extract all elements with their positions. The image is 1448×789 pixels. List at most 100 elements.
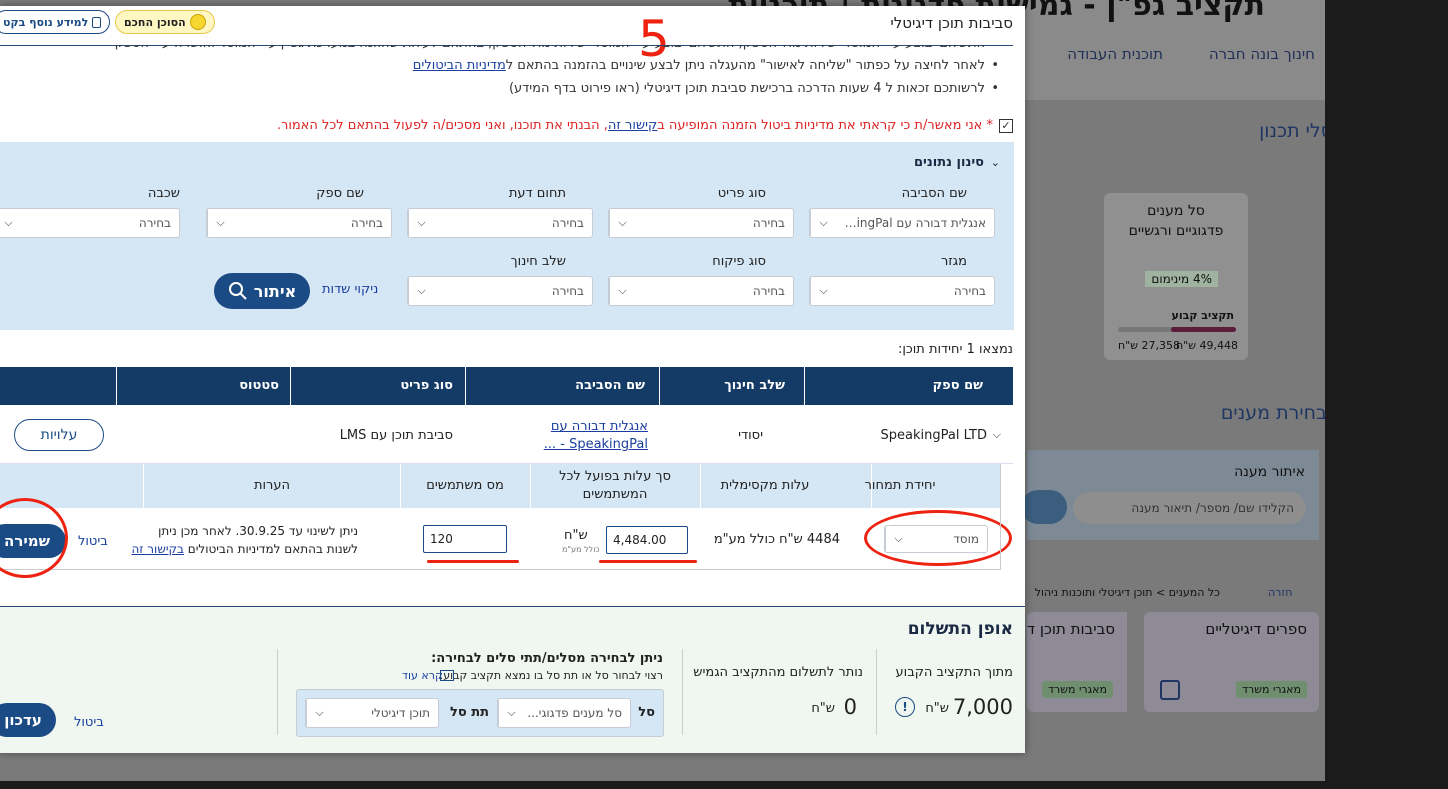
search-box: איתור מענה הקלידו שם/ מספר/ תיאור מענה xyxy=(1021,450,1319,540)
nav-item-workplan[interactable]: תוכנית העבודה xyxy=(1067,45,1163,63)
smart-agent-button[interactable]: הסוכן החכם xyxy=(115,10,215,34)
column-separator xyxy=(659,367,660,405)
note-cell: ניתן לשינוי עד 30.9.25. לאחר מכן ניתן לש… xyxy=(130,522,358,558)
col-users: מס משתמשים xyxy=(426,478,504,493)
col-stage: שלב חינוך xyxy=(724,378,785,393)
category-tag: מאגרי משרד xyxy=(1235,681,1307,698)
chevron-down-icon: ⌵ xyxy=(609,277,635,305)
select-subject[interactable]: בחירה ⌵ xyxy=(407,208,593,238)
more-info-label: למידע נוסף בקט xyxy=(3,15,89,29)
sub-basket-label: תת סל xyxy=(450,705,489,720)
search-button[interactable]: איתור xyxy=(214,273,310,309)
nav-item-education[interactable]: חינוך בונה חברה xyxy=(1209,45,1315,63)
content-modal: סביבות תוכן דיגיטלי הסוכן החכם למידע נוס… xyxy=(0,6,1025,753)
users-input[interactable]: 120 xyxy=(423,525,507,553)
cell-supplier: SpeakingPal LTD xyxy=(880,428,987,443)
row-border xyxy=(1000,464,1001,570)
cell-type: סביבת תוכן עם LMS xyxy=(339,428,453,443)
filter-panel: ⌄ סינון נתונים שם הסביבה סוג פריט תחום ד… xyxy=(0,142,1014,330)
info-icon[interactable]: ! xyxy=(895,697,915,717)
card-total: 49,448 ש"ח xyxy=(1175,339,1238,352)
sub-basket-select[interactable]: תוכן דיגיטלי ⌵ xyxy=(305,698,439,728)
payment-separator xyxy=(682,649,683,735)
column-separator xyxy=(116,367,117,405)
select-value: בחירה xyxy=(138,216,171,230)
payment-separator xyxy=(277,649,278,735)
cancellation-policy-link[interactable]: מדיניות הביטולים xyxy=(413,58,506,73)
select-supervision[interactable]: בחירה ⌵ xyxy=(608,276,794,306)
cancel-button[interactable]: ביטול xyxy=(78,534,108,549)
label-env-name: שם הסביבה xyxy=(901,186,967,201)
chevron-down-icon: ⌵ xyxy=(810,209,836,237)
col-status: סטטוס xyxy=(239,378,279,393)
card-title-2: פדגוגיים ורגשיים xyxy=(1128,223,1224,239)
label-sector: מגזר xyxy=(940,254,967,269)
basket-subtitle: רצוי לבחור סל או תת סל בו נמצא תקציב קבו… xyxy=(439,669,663,682)
select-item-type[interactable]: בחירה ⌵ xyxy=(608,208,794,238)
smart-agent-label: הסוכן החכם xyxy=(124,15,186,29)
basket-select[interactable]: סל מענים פדגוגי... ⌵ xyxy=(497,698,631,728)
chevron-down-icon[interactable]: ⌵ xyxy=(993,428,1001,442)
note-link[interactable]: בקישור זה xyxy=(131,542,184,556)
vat-label: כולל מע"מ xyxy=(562,545,600,554)
search-button[interactable] xyxy=(1021,490,1067,524)
select-grade[interactable]: בחירה ⌵ xyxy=(0,208,180,238)
annotation-circle-save xyxy=(0,498,68,578)
chevron-down-icon: ⌵ xyxy=(207,209,233,237)
col-notes: הערות xyxy=(253,478,291,493)
select-value: אנגלית דבורה עם SpeakingPal... xyxy=(844,216,986,230)
select-value: תוכן דיגיטלי xyxy=(371,706,430,720)
payment-cancel-button[interactable]: ביטול xyxy=(74,715,104,730)
consent-link[interactable]: קישור זה xyxy=(608,118,657,133)
cell-env-name-link[interactable]: אנגלית דבורה עם SpeakingPal - ... xyxy=(468,418,648,454)
bullet-changes-text: לאחר לחיצה על כפתור "שליחה לאישור" מהעגל… xyxy=(505,58,985,73)
chevron-down-icon[interactable]: ⌄ xyxy=(991,156,1000,169)
document-icon xyxy=(440,670,454,681)
search-icon xyxy=(228,282,247,300)
actual-cost-input[interactable]: 4,484.00 xyxy=(606,526,688,554)
col-type: סוג פריט xyxy=(400,378,453,393)
category-digital-books[interactable]: ספרים דיגיטליים מאגרי משרד xyxy=(1144,612,1319,712)
more-info-button[interactable]: למידע נוסף בקט xyxy=(0,10,110,34)
select-sector[interactable]: בחירה ⌵ xyxy=(809,276,995,306)
pricing-header: יחידת תמחור עלות מקסימלית סך עלות בפועל … xyxy=(0,464,1000,508)
flex-budget-currency: ש"ח xyxy=(811,701,835,716)
select-env-name[interactable]: אנגלית דבורה עם SpeakingPal... ⌵ xyxy=(809,208,995,238)
pricing-row: מוסד ⌵ 4484 ש"ח כולל מע"מ 4,484.00 ש"ח כו… xyxy=(0,498,1012,578)
section-planning-title: סלי תכנון xyxy=(1259,120,1325,142)
back-link[interactable]: חזרה xyxy=(1268,586,1292,599)
select-stage[interactable]: בחירה ⌵ xyxy=(407,276,593,306)
consent-suffix: , הבנתי את תוכנו, ואני מסכים/ה לפעול בהת… xyxy=(276,118,608,133)
consent-checkbox[interactable]: ✓ xyxy=(999,118,1013,133)
select-value: בחירה xyxy=(551,216,584,230)
breadcrumb[interactable]: כל המענים > תוכן דיגיטלי ותוכנות ניהול >… xyxy=(1030,586,1220,599)
costs-button[interactable]: עלויות xyxy=(14,419,104,451)
category-title: סביבות תוכן ד xyxy=(1026,620,1115,638)
annotation-number: 5 xyxy=(638,10,670,68)
col-max-cost: עלות מקסימלית xyxy=(720,478,810,493)
category-content-env[interactable]: סביבות תוכן ד מאגרי משרד xyxy=(1027,612,1127,712)
update-button[interactable]: עדכון xyxy=(0,703,56,737)
currency-label: ש"ח xyxy=(564,528,588,543)
basket-selector: סל סל מענים פדגוגי... ⌵ תת סל תוכן דיגיטל… xyxy=(296,689,664,737)
clear-fields-link[interactable]: ניקוי שדות xyxy=(322,282,378,297)
label-grade: שכבה xyxy=(147,186,180,201)
chevron-down-icon: ⌵ xyxy=(408,277,434,305)
select-supplier[interactable]: בחירה ⌵ xyxy=(206,208,392,238)
column-separator xyxy=(143,464,144,508)
col-actual-cost: סך עלות בפועל לכל המשתמשים xyxy=(559,469,671,502)
card-budget-label: תקציב קבוע xyxy=(1171,309,1234,322)
table-row[interactable]: ⌵ SpeakingPal LTD יסודי אנגלית דבורה עם … xyxy=(0,406,1013,464)
basket-card[interactable]: סל מענים פדגוגיים ורגשיים 4% מינימום תקצ… xyxy=(1104,193,1248,360)
label-subject: תחום דעת xyxy=(508,186,566,201)
category-title: ספרים דיגיטליים xyxy=(1205,620,1307,638)
annotation-underline-users xyxy=(427,560,519,563)
read-more-link[interactable]: קרא עוד xyxy=(402,669,443,682)
search-input[interactable]: הקלידו שם/ מספר/ תיאור מענה xyxy=(1073,492,1306,524)
consent-text: * אני מאשר/ת כי קראתי את מדיניות ביטול ה… xyxy=(277,118,993,133)
card-progress-bar xyxy=(1118,327,1236,332)
col-supplier: שם ספק xyxy=(932,378,983,393)
chevron-down-icon: ⌵ xyxy=(810,277,836,305)
label-item-type: סוג פריט xyxy=(717,186,766,201)
card-spent: 27,358 ש"ח xyxy=(1118,339,1181,352)
